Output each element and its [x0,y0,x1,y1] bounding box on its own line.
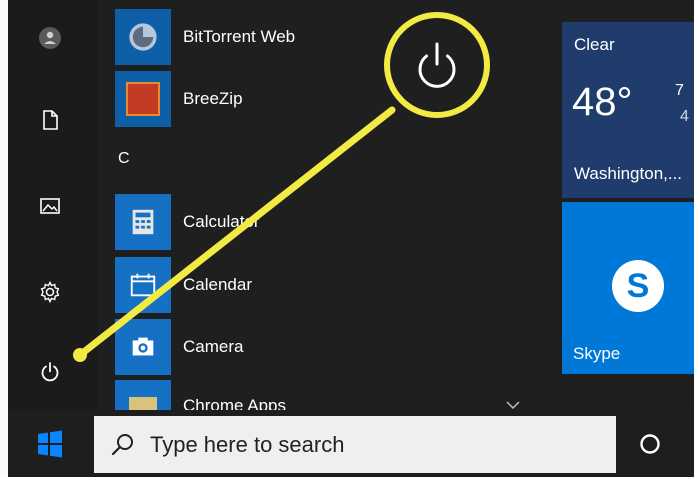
app-chrome-apps[interactable]: Chrome Apps [115,380,445,410]
cortana-circle-icon [640,434,660,454]
app-group-letter[interactable]: C [118,150,130,168]
pictures-icon [40,198,60,214]
search-magnifier-icon [111,433,133,455]
app-camera[interactable]: Camera [115,318,445,376]
pictures-button[interactable] [30,186,70,226]
chevron-down-icon[interactable] [505,400,521,410]
skype-tile[interactable]: S Skype [562,202,694,374]
weather-high: 7 [675,82,684,99]
search-placeholder: Type here to search [150,431,345,457]
calendar-icon [115,257,171,313]
power-button[interactable] [30,352,70,392]
bittorrent-icon [115,9,171,65]
app-name: Calculator [183,212,260,231]
documents-button[interactable] [30,100,70,140]
start-rail [8,0,98,410]
screen: BitTorrent Web BreeZip C Calculator Cale… [0,0,694,477]
app-name: BitTorrent Web [183,27,296,46]
app-calculator[interactable]: Calculator [115,193,445,251]
windows-logo-icon [38,430,62,458]
app-name: Calendar [183,275,252,294]
settings-button[interactable] [30,272,70,312]
search-box[interactable]: Type here to search [94,416,616,473]
skype-label: Skype [573,344,621,363]
weather-location: Washington,... [574,164,683,183]
camera-icon [115,319,171,375]
weather-condition: Clear [574,35,615,54]
app-name: BreeZip [183,89,243,108]
weather-temperature: 48° [572,80,633,124]
taskbar: Type here to search [8,410,694,477]
document-icon [43,110,58,130]
user-avatar-button[interactable] [30,18,70,58]
folder-icon [115,380,171,410]
app-name: Camera [183,337,244,356]
app-bittorrent-web[interactable]: BitTorrent Web [115,8,445,66]
start-button[interactable] [34,428,66,460]
app-calendar[interactable]: Calendar [115,256,445,314]
skype-logo-icon: S [612,260,664,312]
settings-gear-icon [40,280,60,304]
weather-tile[interactable]: Clear 48° 7 4 Washington,... [562,22,694,198]
breezip-icon [115,71,171,127]
app-name: Chrome Apps [183,396,286,410]
app-breezip[interactable]: BreeZip [115,70,445,128]
calculator-icon [115,194,171,250]
cortana-button[interactable] [638,432,662,456]
weather-low: 4 [680,108,689,125]
power-icon [41,362,59,382]
user-avatar-icon [39,27,61,49]
